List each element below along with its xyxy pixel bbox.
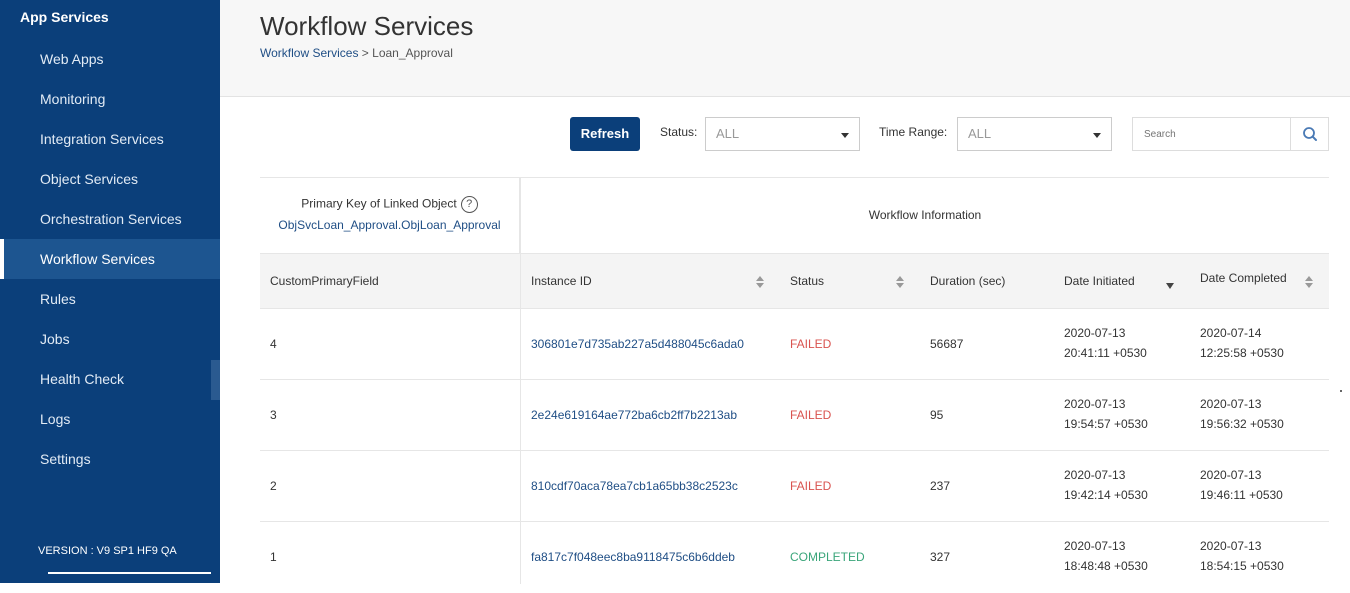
column-header-duration[interactable]: Duration (sec) xyxy=(930,254,1005,308)
page-title: Workflow Services xyxy=(260,11,474,41)
column-header-status[interactable]: Status xyxy=(790,254,824,308)
sidebar-item-rules[interactable]: Rules xyxy=(4,279,220,319)
primary-key-header: Primary Key of Linked Object? ObjSvcLoan… xyxy=(260,178,520,253)
date-completed-time: 19:56:32 +0530 xyxy=(1200,417,1284,431)
workflow-table: Primary Key of Linked Object? ObjSvcLoan… xyxy=(260,177,1329,584)
caret-down-icon xyxy=(841,133,849,138)
scroll-marker xyxy=(1340,390,1342,392)
version-label: VERSION : V9 SP1 HF9 QA xyxy=(38,545,177,557)
table-row: 2 810cdf70aca78ea7cb1a65bb38c2523c FAILE… xyxy=(260,451,1329,522)
status-cell: FAILED xyxy=(790,337,832,351)
primary-key-title-text: Primary Key of Linked Object xyxy=(301,196,457,211)
sidebar-bottom-divider xyxy=(48,572,211,574)
breadcrumb-current: Loan_Approval xyxy=(372,46,453,60)
date-initiated-cell: 2020-07-13 18:48:48 +0530 xyxy=(1064,536,1148,576)
sidebar: App Services Web Apps Monitoring Integra… xyxy=(0,0,220,583)
status-filter-label: Status: xyxy=(660,125,698,139)
primary-key-title: Primary Key of Linked Object? xyxy=(260,196,519,213)
duration-cell: 327 xyxy=(930,550,951,564)
date-initiated-date: 2020-07-13 xyxy=(1064,468,1126,482)
duration-cell: 95 xyxy=(930,408,944,422)
table-row: 4 306801e7d735ab227a5d488045c6ada0 FAILE… xyxy=(260,309,1329,380)
breadcrumb: Workflow Services > Loan_Approval xyxy=(260,46,453,60)
sidebar-item-object-services[interactable]: Object Services xyxy=(4,159,220,199)
time-range-select[interactable]: ALL xyxy=(957,117,1112,151)
date-initiated-cell: 2020-07-13 19:42:14 +0530 xyxy=(1064,465,1148,505)
column-header-instance-id[interactable]: Instance ID xyxy=(531,254,592,308)
date-completed-cell: 2020-07-13 18:54:15 +0530 xyxy=(1200,536,1284,576)
date-completed-date: 2020-07-13 xyxy=(1200,468,1262,482)
date-completed-time: 18:54:15 +0530 xyxy=(1200,559,1284,573)
sidebar-title: App Services xyxy=(20,9,109,25)
breadcrumb-link-workflow-services[interactable]: Workflow Services xyxy=(260,46,358,60)
date-completed-time: 12:25:58 +0530 xyxy=(1200,346,1284,360)
status-cell: FAILED xyxy=(790,479,832,493)
status-filter-select[interactable]: ALL xyxy=(705,117,860,151)
date-initiated-date: 2020-07-13 xyxy=(1064,539,1126,553)
table-header-row: CustomPrimaryField Instance ID Status Du… xyxy=(260,253,1329,309)
instance-id-link[interactable]: 306801e7d735ab227a5d488045c6ada0 xyxy=(531,309,744,379)
date-completed-date: 2020-07-14 xyxy=(1200,326,1262,340)
sort-icon[interactable] xyxy=(896,276,904,288)
time-range-label: Time Range: xyxy=(879,125,948,139)
status-cell: COMPLETED xyxy=(790,550,865,564)
table-row: 1 fa817c7f048eec8ba9118475c6b6ddeb COMPL… xyxy=(260,522,1329,593)
custom-primary-field-cell: 3 xyxy=(270,408,277,422)
date-initiated-time: 18:48:48 +0530 xyxy=(1064,559,1148,573)
search-button[interactable] xyxy=(1290,118,1328,150)
column-header-custom-primary-field: CustomPrimaryField xyxy=(270,274,379,288)
instance-id-link[interactable]: fa817c7f048eec8ba9118475c6b6ddeb xyxy=(531,522,735,592)
custom-primary-field-cell: 1 xyxy=(270,550,277,564)
refresh-button[interactable]: Refresh xyxy=(570,117,640,151)
page-header: Workflow Services Workflow Services > Lo… xyxy=(220,0,1350,97)
status-filter-value: ALL xyxy=(716,126,740,141)
date-completed-date: 2020-07-13 xyxy=(1200,397,1262,411)
custom-primary-field-cell: 2 xyxy=(270,479,277,493)
sidebar-item-orchestration-services[interactable]: Orchestration Services xyxy=(4,199,220,239)
search-input[interactable] xyxy=(1133,118,1291,150)
caret-down-icon xyxy=(1093,133,1101,138)
primary-key-object: ObjSvcLoan_Approval.ObjLoan_Approval xyxy=(278,218,501,232)
date-initiated-time: 19:54:57 +0530 xyxy=(1064,417,1148,431)
sidebar-item-workflow-services[interactable]: Workflow Services xyxy=(4,239,220,279)
column-header-date-completed[interactable]: Date Completed xyxy=(1200,251,1287,305)
breadcrumb-separator: > xyxy=(358,46,373,60)
column-header-date-initiated[interactable]: Date Initiated xyxy=(1064,254,1135,308)
sidebar-item-web-apps[interactable]: Web Apps xyxy=(4,39,220,79)
workflow-information-header: Workflow Information xyxy=(868,208,982,222)
date-initiated-date: 2020-07-13 xyxy=(1064,397,1126,411)
date-completed-cell: 2020-07-13 19:46:11 +0530 xyxy=(1200,465,1283,505)
sidebar-scrollbar[interactable] xyxy=(211,360,220,400)
date-completed-time: 19:46:11 +0530 xyxy=(1200,488,1283,502)
active-indicator xyxy=(0,239,4,279)
sidebar-item-jobs[interactable]: Jobs xyxy=(4,319,220,359)
sidebar-item-logs[interactable]: Logs xyxy=(4,399,220,439)
date-completed-date: 2020-07-13 xyxy=(1200,539,1262,553)
status-cell: FAILED xyxy=(790,408,832,422)
help-icon[interactable]: ? xyxy=(460,196,478,213)
table-row: 3 2e24e619164ae772ba6cb2ff7b2213ab FAILE… xyxy=(260,380,1329,451)
duration-cell: 237 xyxy=(930,479,951,493)
sort-icon[interactable] xyxy=(756,276,764,288)
date-completed-cell: 2020-07-14 12:25:58 +0530 xyxy=(1200,323,1284,363)
sidebar-item-health-check[interactable]: Health Check xyxy=(4,359,220,399)
sidebar-item-monitoring[interactable]: Monitoring xyxy=(4,79,220,119)
date-initiated-time: 19:42:14 +0530 xyxy=(1064,488,1148,502)
date-initiated-date: 2020-07-13 xyxy=(1064,326,1126,340)
sort-icon[interactable] xyxy=(1305,276,1313,288)
custom-primary-field-cell: 4 xyxy=(270,337,277,351)
duration-cell: 56687 xyxy=(930,337,964,351)
time-range-value: ALL xyxy=(968,126,992,141)
sidebar-item-settings[interactable]: Settings xyxy=(4,439,220,479)
instance-id-link[interactable]: 2e24e619164ae772ba6cb2ff7b2213ab xyxy=(531,380,737,450)
sort-desc-icon[interactable] xyxy=(1166,280,1174,292)
search-icon xyxy=(1303,127,1317,141)
date-initiated-cell: 2020-07-13 19:54:57 +0530 xyxy=(1064,394,1148,434)
instance-id-link[interactable]: 810cdf70aca78ea7cb1a65bb38c2523c xyxy=(531,451,738,521)
sidebar-item-integration-services[interactable]: Integration Services xyxy=(4,119,220,159)
date-initiated-cell: 2020-07-13 20:41:11 +0530 xyxy=(1064,323,1147,363)
date-initiated-time: 20:41:11 +0530 xyxy=(1064,346,1147,360)
date-completed-cell: 2020-07-13 19:56:32 +0530 xyxy=(1200,394,1284,434)
search-box xyxy=(1132,117,1329,151)
